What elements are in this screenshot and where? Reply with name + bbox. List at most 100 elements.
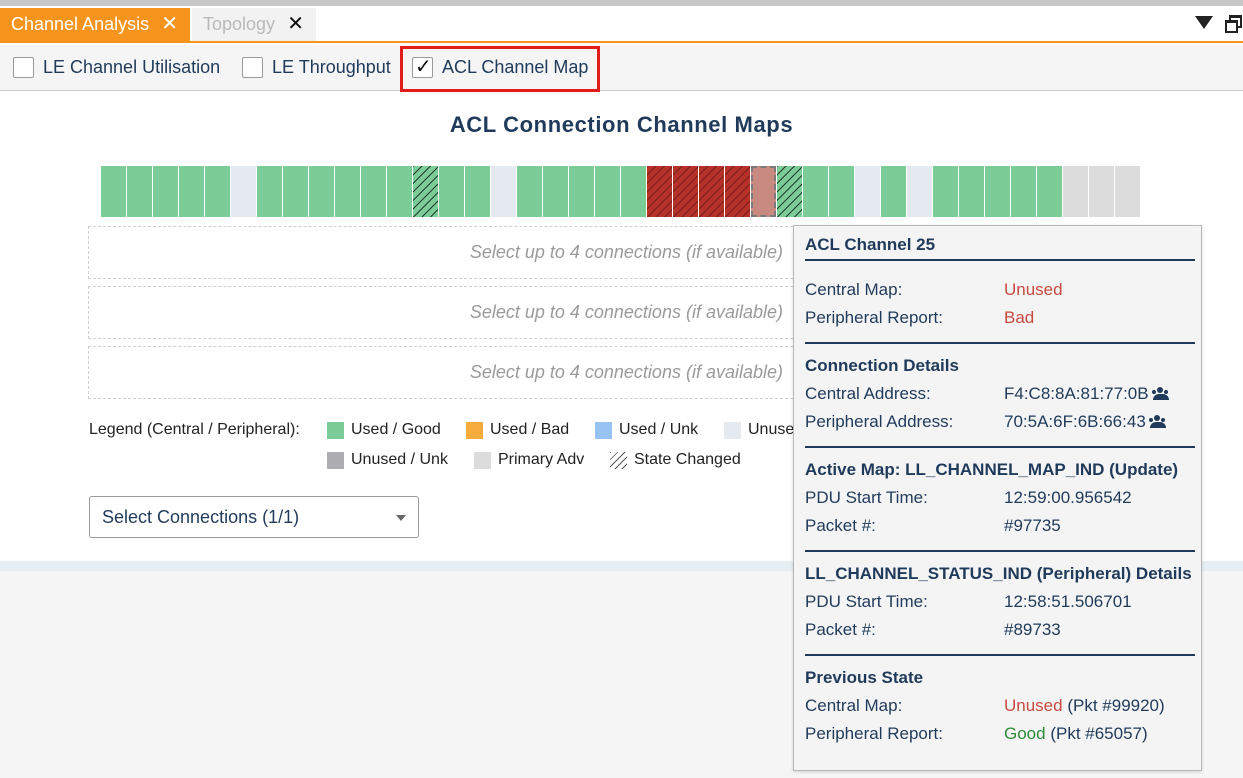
row-label: Peripheral Report: <box>805 724 943 743</box>
tooltip-row: PDU Start Time: 12:59:00.956542 <box>805 484 1195 512</box>
channel-cell-19[interactable] <box>595 166 620 217</box>
channel-cell-1[interactable] <box>127 166 152 217</box>
section-heading: LL_CHANNEL_STATUS_IND (Peripheral) Detai… <box>805 564 1192 583</box>
tab-channel-analysis[interactable]: Channel Analysis ✕ <box>0 8 190 41</box>
channel-cell-21[interactable] <box>647 166 672 217</box>
chevron-down-icon <box>396 515 406 521</box>
legend-label: Legend (Central / Peripheral): <box>89 421 300 438</box>
channel-cell-7[interactable] <box>283 166 308 217</box>
channel-cell-28[interactable] <box>829 166 854 217</box>
channel-cell-2[interactable] <box>153 166 178 217</box>
channel-cell-12[interactable] <box>413 166 438 217</box>
tooltip-row: PDU Start Time: 12:58:51.506701 <box>805 588 1195 616</box>
address-text: F4:C8:8A:81:77:0B <box>1004 384 1149 403</box>
triangle-down-icon[interactable] <box>1195 15 1213 29</box>
legend-item-used-unk: Used / Unk <box>595 421 698 439</box>
row-label: PDU Start Time: <box>805 488 928 507</box>
legend-swatch <box>474 451 491 469</box>
channel-cell-20[interactable] <box>621 166 646 217</box>
connection-placeholder: Select up to 4 connections (if available… <box>469 242 783 262</box>
channel-cell-23[interactable] <box>699 166 724 217</box>
connection-row[interactable]: Select up to 4 connections (if available… <box>88 286 798 339</box>
tab-label: Topology <box>203 14 276 34</box>
channel-cell-13[interactable] <box>439 166 464 217</box>
legend-item-used-bad: Used / Bad <box>466 421 569 439</box>
checkbox[interactable] <box>242 57 263 78</box>
checkbox[interactable] <box>13 57 34 78</box>
channel-cell-39[interactable] <box>1115 166 1140 217</box>
legend-item-unused-unk: Unused / Unk <box>327 451 448 469</box>
channel-cell-27[interactable] <box>803 166 828 217</box>
channel-cell-24[interactable] <box>725 166 750 217</box>
legend-swatch-hatched <box>610 451 627 469</box>
channel-tooltip: ACL Channel 25 Central Map: Unused Perip… <box>793 225 1202 771</box>
channel-map-bar <box>101 166 1141 217</box>
row-label: Central Address: <box>805 384 931 403</box>
legend-text: Used / Unk <box>619 421 699 438</box>
connection-placeholder: Select up to 4 connections (if available… <box>469 362 783 382</box>
channel-cell-11[interactable] <box>387 166 412 217</box>
option-le-channel-utilisation[interactable]: LE Channel Utilisation <box>13 57 220 78</box>
row-value: Unused (Pkt #99920) <box>1004 696 1195 716</box>
restore-window-icon[interactable] <box>1225 15 1242 33</box>
packet-ref: (Pkt #99920) <box>1062 696 1165 715</box>
tooltip-row: Central Address: F4:C8:8A:81:77:0B <box>805 380 1195 408</box>
channel-cell-17[interactable] <box>543 166 568 217</box>
legend-item-used-good: Used / Good <box>327 421 441 439</box>
channel-cell-25[interactable] <box>751 166 776 217</box>
channel-cell-34[interactable] <box>985 166 1010 217</box>
option-label: LE Channel Utilisation <box>43 57 221 77</box>
connection-placeholder: Select up to 4 connections (if available… <box>469 302 783 322</box>
legend-text: Unuse <box>748 421 795 438</box>
channel-cell-31[interactable] <box>907 166 932 217</box>
legend-swatch <box>595 421 612 439</box>
channel-cell-38[interactable] <box>1089 166 1114 217</box>
channel-cell-33[interactable] <box>959 166 984 217</box>
select-connections-dropdown[interactable]: Select Connections (1/1) <box>89 496 419 538</box>
close-icon[interactable]: ✕ <box>161 14 178 34</box>
channel-cell-37[interactable] <box>1063 166 1088 217</box>
people-icon <box>1148 415 1168 429</box>
channel-cell-15[interactable] <box>491 166 516 217</box>
tab-bar: Channel Analysis ✕ Topology ✕ <box>0 6 1243 43</box>
channel-cell-4[interactable] <box>205 166 230 217</box>
row-value: Unused <box>1004 280 1063 299</box>
channel-cell-8[interactable] <box>309 166 334 217</box>
tooltip-row: Central Map: Unused (Pkt #99920) <box>805 692 1195 720</box>
channel-cell-3[interactable] <box>179 166 204 217</box>
channel-cell-30[interactable] <box>881 166 906 217</box>
channel-cell-0[interactable] <box>101 166 126 217</box>
tooltip-row: Peripheral Report: Bad <box>805 304 1195 332</box>
connection-row[interactable]: Select up to 4 connections (if available… <box>88 226 798 279</box>
tooltip-row: Packet #: #97735 <box>805 512 1195 540</box>
channel-cell-26[interactable] <box>777 166 802 217</box>
legend-item-state-changed: State Changed <box>610 451 741 469</box>
row-value: 12:59:00.956542 <box>1004 488 1132 507</box>
channel-cell-14[interactable] <box>465 166 490 217</box>
section-heading: Connection Details <box>805 356 959 375</box>
channel-cell-32[interactable] <box>933 166 958 217</box>
channel-cell-10[interactable] <box>361 166 386 217</box>
channel-cell-29[interactable] <box>855 166 880 217</box>
channel-cell-36[interactable] <box>1037 166 1062 217</box>
channel-cell-16[interactable] <box>517 166 542 217</box>
legend-item-unused: Unuse <box>724 421 794 439</box>
connection-row[interactable]: Select up to 4 connections (if available… <box>88 346 798 399</box>
tab-topology[interactable]: Topology ✕ <box>192 8 316 41</box>
row-value: F4:C8:8A:81:77:0B <box>1004 384 1195 404</box>
channel-cell-18[interactable] <box>569 166 594 217</box>
channel-cell-22[interactable] <box>673 166 698 217</box>
channel-cell-9[interactable] <box>335 166 360 217</box>
row-value: 70:5A:6F:6B:66:43 <box>1004 412 1195 432</box>
tooltip-row: Peripheral Address: 70:5A:6F:6B:66:43 <box>805 408 1195 436</box>
state-value: Unused <box>1004 696 1063 715</box>
page-title: ACL Connection Channel Maps <box>449 112 794 137</box>
channel-cell-6[interactable] <box>257 166 282 217</box>
legend-text: Used / Bad <box>490 421 570 438</box>
channel-cell-35[interactable] <box>1011 166 1036 217</box>
options-bar: LE Channel Utilisation LE Throughput ACL… <box>0 45 1243 91</box>
channel-cell-5[interactable] <box>231 166 256 217</box>
option-le-throughput[interactable]: LE Throughput <box>242 57 391 78</box>
close-icon[interactable]: ✕ <box>287 14 304 34</box>
row-label: Packet #: <box>805 620 876 639</box>
